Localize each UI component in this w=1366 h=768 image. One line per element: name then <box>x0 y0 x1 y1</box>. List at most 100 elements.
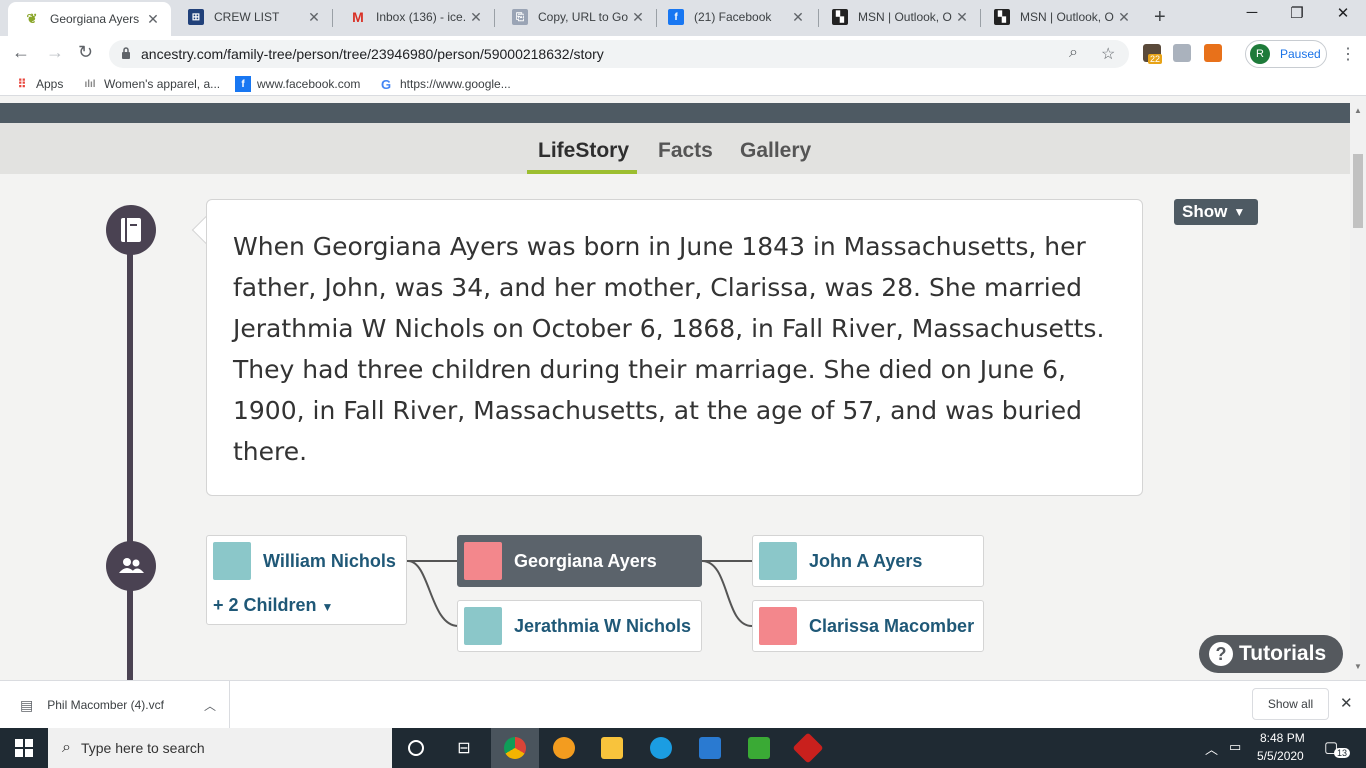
apps-grid-icon: ⠿ <box>17 77 27 91</box>
chevron-up-icon[interactable]: ︿ <box>204 697 216 714</box>
bookmark-facebook[interactable]: f www.facebook.com <box>235 76 360 92</box>
active-tab-indicator <box>527 170 637 174</box>
restore-button[interactable]: ❐ <box>1277 4 1317 22</box>
tab-gallery[interactable]: Gallery <box>740 139 811 163</box>
bookmark-star-icon[interactable]: ☆ <box>1101 44 1115 64</box>
tab-title: Georgiana Ayers - <box>50 12 143 26</box>
url-text[interactable]: ancestry.com/family-tree/person/tree/239… <box>141 46 604 62</box>
taskbar-app-red[interactable] <box>784 728 832 768</box>
tab-gmail-inbox[interactable]: M Inbox (136) - ice.m ✕ <box>334 0 494 34</box>
close-tab-icon[interactable]: ✕ <box>628 9 648 26</box>
scroll-down-icon[interactable]: ▼ <box>1354 662 1362 671</box>
person-card-mother[interactable]: Clarissa Macomber <box>752 600 984 652</box>
more-children-link[interactable]: + 2 Children ▼ <box>213 595 333 616</box>
task-view-button[interactable]: ⊟ <box>440 728 488 768</box>
google-icon: G <box>380 76 392 92</box>
scrollbar-thumb[interactable] <box>1353 154 1363 228</box>
taskbar-search[interactable]: ⌕ Type here to search <box>48 728 392 768</box>
tutorials-label: Tutorials <box>1239 642 1327 665</box>
person-card-spouse[interactable]: Jerathmia W Nichols <box>457 600 702 652</box>
close-downloads-icon[interactable]: ✕ <box>1340 694 1353 712</box>
ancestry-leaf-icon: ❦ <box>26 11 38 26</box>
cortana-icon <box>408 740 424 756</box>
tab-facebook[interactable]: f (21) Facebook ✕ <box>652 0 816 34</box>
windows-logo-icon <box>15 739 33 757</box>
taskbar-chrome[interactable] <box>491 728 539 768</box>
tab-separator <box>494 9 495 27</box>
taskbar-app-orange[interactable] <box>540 728 588 768</box>
tab-copy-url[interactable]: ⎘ Copy, URL to Goo ✕ <box>496 0 656 34</box>
person-silhouette-icon <box>464 542 502 580</box>
tab-msn-outlook-2[interactable]: ▚ MSN | Outlook, Of ✕ <box>978 0 1142 34</box>
tab-crew-list[interactable]: ⊞ CREW LIST ✕ <box>172 0 332 34</box>
back-arrow-icon[interactable]: ← <box>12 42 30 63</box>
bookmark-apparel[interactable]: ılıl Women's apparel, a... <box>82 76 220 92</box>
rss-extension-icon[interactable] <box>1204 44 1222 62</box>
person-name[interactable]: John A Ayers <box>809 551 922 572</box>
person-name[interactable]: Clarissa Macomber <box>809 616 974 637</box>
tray-chevron-icon[interactable]: ︿ <box>1205 739 1218 758</box>
scroll-up-icon[interactable]: ▲ <box>1354 106 1362 115</box>
chevron-down-icon: ▼ <box>321 600 334 614</box>
cortana-button[interactable] <box>392 728 440 768</box>
show-all-button[interactable]: Show all <box>1252 688 1329 720</box>
bookmark-google[interactable]: G https://www.google... <box>378 76 511 92</box>
windows-start-button[interactable] <box>0 728 48 768</box>
timeline-line <box>127 226 133 680</box>
close-tab-icon[interactable]: ✕ <box>466 9 486 26</box>
download-extension-icon[interactable] <box>1173 44 1191 62</box>
clock-time[interactable]: 8:48 PM <box>1260 731 1305 745</box>
tab-title: MSN | Outlook, Of <box>858 10 952 24</box>
minimize-button[interactable]: ─ <box>1232 4 1272 21</box>
taskbar-writer[interactable] <box>686 728 734 768</box>
person-silhouette-icon <box>213 542 251 580</box>
bookmark-label: https://www.google... <box>400 77 511 91</box>
tab-title: Inbox (136) - ice.m <box>376 10 466 24</box>
close-tab-icon[interactable]: ✕ <box>1114 9 1134 26</box>
msn-icon: ▚ <box>832 9 848 25</box>
person-name[interactable]: William Nichols <box>263 551 396 572</box>
close-tab-icon[interactable]: ✕ <box>952 9 972 26</box>
timeline-node <box>106 541 156 591</box>
menu-kebab-icon[interactable]: ⋮ <box>1340 44 1356 64</box>
taskbar-edge[interactable] <box>637 728 685 768</box>
show-button[interactable]: Show ▼ <box>1174 199 1258 225</box>
new-tab-button[interactable]: + <box>1154 6 1166 29</box>
profile-button[interactable]: R Paused <box>1245 40 1327 68</box>
taskbar-file-explorer[interactable] <box>588 728 636 768</box>
close-tab-icon[interactable]: ✕ <box>788 9 808 26</box>
address-bar[interactable]: ancestry.com/family-tree/person/tree/239… <box>109 40 1129 68</box>
close-tab-icon[interactable]: ✕ <box>143 11 163 28</box>
family-icon <box>119 558 144 573</box>
clock-date[interactable]: 5/5/2020 <box>1257 749 1304 763</box>
close-window-button[interactable]: ✕ <box>1323 4 1363 22</box>
bookmark-apps[interactable]: ⠿ Apps <box>14 76 64 92</box>
person-name[interactable]: Jerathmia W Nichols <box>514 616 691 637</box>
tab-msn-outlook[interactable]: ▚ MSN | Outlook, Of ✕ <box>816 0 980 34</box>
extension-badge: 22 <box>1148 54 1163 64</box>
facebook-icon: f <box>668 9 684 25</box>
close-tab-icon[interactable]: ✕ <box>304 9 324 26</box>
person-card-focus[interactable]: Georgiana Ayers <box>457 535 702 587</box>
msn-icon: ▚ <box>994 9 1010 25</box>
taskbar-calc[interactable] <box>735 728 783 768</box>
windows-taskbar: ⌕ Type here to search ⊟ ︿ ▭ 8:48 PM 5/5/… <box>0 728 1366 768</box>
person-name[interactable]: Georgiana Ayers <box>514 551 657 572</box>
search-icon: ⌕ <box>62 739 71 756</box>
bookmark-label: www.facebook.com <box>257 77 361 91</box>
tab-lifestory[interactable]: LifeStory <box>538 139 629 163</box>
page-content: LifeStory Facts Gallery When Georgiana A… <box>0 96 1350 680</box>
zoom-icon[interactable]: ⌕ <box>1069 44 1078 62</box>
extension-icon[interactable]: 22 <box>1143 44 1163 64</box>
site-header-band <box>0 103 1350 123</box>
tutorials-button[interactable]: ? Tutorials <box>1199 635 1343 673</box>
tab-separator <box>332 9 333 27</box>
page-scrollbar[interactable]: ▲ ▼ <box>1350 96 1366 680</box>
tab-georgiana-ayers[interactable]: ❦ Georgiana Ayers - ✕ <box>8 2 171 36</box>
network-icon[interactable]: ▭ <box>1229 739 1241 755</box>
person-card-father[interactable]: John A Ayers <box>752 535 984 587</box>
download-item[interactable]: ▤ Phil Macomber (4).vcf ︿ <box>0 681 230 729</box>
tab-facts[interactable]: Facts <box>658 139 713 163</box>
reload-icon[interactable]: ↻ <box>78 42 93 63</box>
forward-arrow-icon[interactable]: → <box>46 42 64 63</box>
